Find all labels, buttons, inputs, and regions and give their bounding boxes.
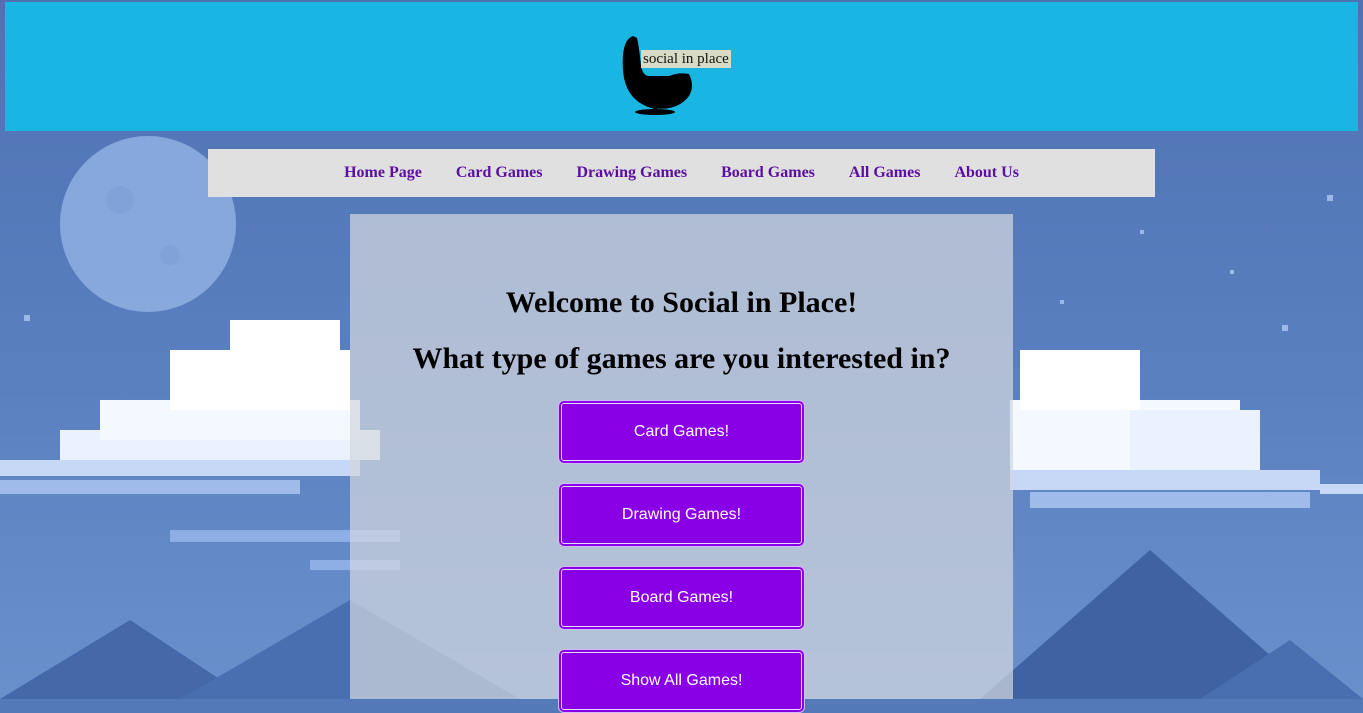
drawing-games-button[interactable]: Drawing Games! bbox=[558, 483, 805, 547]
nav-drawing-games[interactable]: Drawing Games bbox=[576, 164, 687, 182]
nav-card-games[interactable]: Card Games bbox=[456, 164, 543, 182]
question-heading: What type of games are you interested in… bbox=[412, 342, 951, 375]
card-games-button[interactable]: Card Games! bbox=[558, 400, 805, 464]
board-games-button[interactable]: Board Games! bbox=[558, 566, 805, 630]
show-all-games-button[interactable]: Show All Games! bbox=[558, 649, 805, 713]
nav-home-page[interactable]: Home Page bbox=[344, 164, 422, 182]
nav-all-games[interactable]: All Games bbox=[849, 164, 921, 182]
nav-about-us[interactable]: About Us bbox=[954, 164, 1018, 182]
welcome-heading: Welcome to Social in Place! bbox=[505, 286, 858, 319]
nav-board-games[interactable]: Board Games bbox=[721, 164, 815, 182]
main-nav: Home Page Card Games Drawing Games Board… bbox=[208, 149, 1155, 197]
site-header: social in place bbox=[5, 2, 1358, 131]
content-panel: Welcome to Social in Place! What type of… bbox=[350, 214, 1013, 713]
logo-text: social in place bbox=[641, 50, 731, 68]
site-logo[interactable]: social in place bbox=[619, 30, 743, 116]
egg-chair-icon bbox=[622, 36, 692, 115]
clouds-left bbox=[0, 320, 400, 570]
clouds-right bbox=[1010, 350, 1363, 508]
